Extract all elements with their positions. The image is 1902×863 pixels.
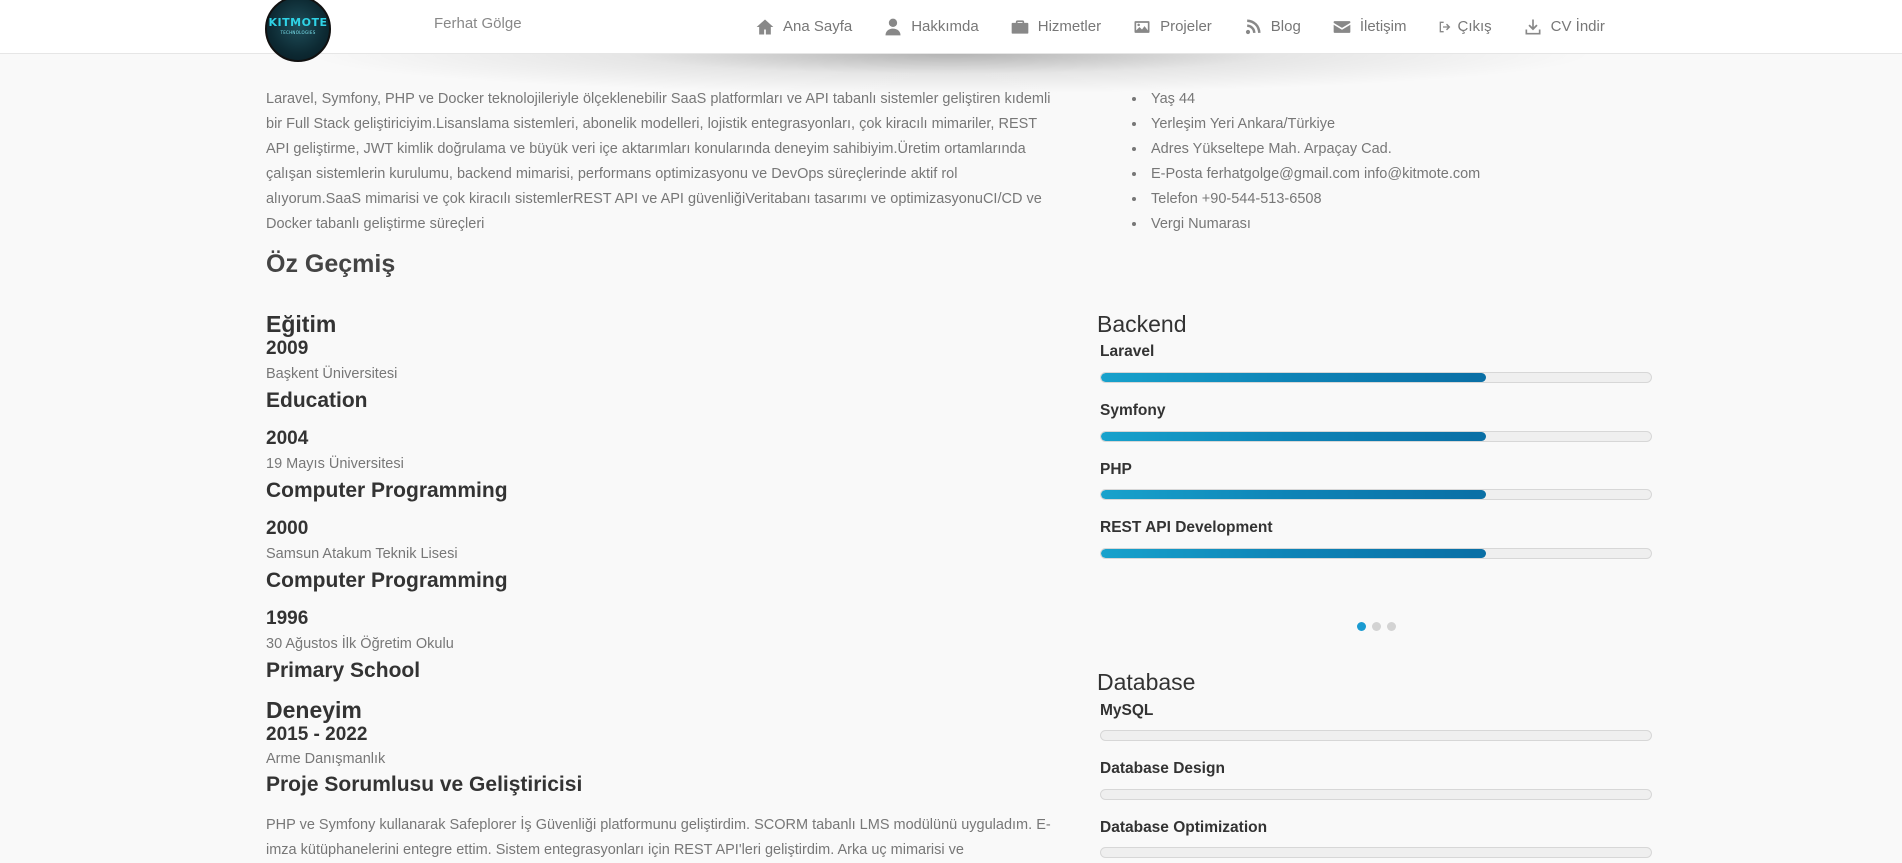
education-school: Samsun Atakum Teknik Lisesi [266,546,458,562]
skill-bar [1100,847,1652,858]
nav-contact-label: İletişim [1359,18,1407,35]
skill-name: Database Optimization [1100,819,1268,836]
skill-name: MySQL [1100,702,1154,719]
info-tax-number: Vergi Numarası [1147,212,1480,237]
experience-description: PHP ve Symfony kullanarak Safeplorer İş … [266,817,1051,858]
nav-about[interactable]: Hakkımda [883,17,979,37]
education-school: Başkent Üniversitesi [266,366,398,382]
education-degree: Primary School [266,659,421,682]
nav-services[interactable]: Hizmetler [1010,17,1101,37]
nav-logout[interactable]: Çıkış [1437,18,1492,35]
experience-years: 2015 - 2022 [266,724,368,745]
carousel-dot[interactable] [1357,622,1366,631]
experience-role: Proje Sorumlusu ve Geliştiricisi [266,773,583,796]
images-icon [1134,20,1150,33]
resume-title: Öz Geçmiş [266,250,396,278]
nav-about-label: Hakkımda [911,18,979,35]
personal-info-list: Yaş 44 Yerleşim Yeri Ankara/Türkiye Adre… [1130,87,1480,237]
nav-blog-label: Blog [1270,18,1301,35]
nav-home[interactable]: Ana Sayfa [755,17,852,37]
nav-cv-download-label: CV İndir [1550,18,1605,35]
user-icon [885,18,901,35]
info-phone: Telefon +90-544-513-6508 [1147,187,1480,212]
education-year: 2009 [266,338,309,359]
skill-bar [1100,730,1652,741]
top-navbar: KITMOTE TECHNOLOGIES Ferhat Gölge Ana Sa… [0,0,1902,62]
education-school: 19 Mayıs Üniversitesi [266,456,404,472]
nav-cv-download[interactable]: CV İndir [1523,17,1605,37]
sign-out-icon [1440,21,1451,32]
skill-bar [1100,548,1652,559]
logo-subtext: TECHNOLOGIES [280,30,316,35]
logo[interactable]: KITMOTE TECHNOLOGIES [265,0,331,62]
education-degree: Computer Programming [266,479,508,502]
education-year: 2004 [266,428,309,449]
skill-bar [1100,489,1652,500]
brand-name[interactable]: Ferhat Gölge [434,15,522,32]
intro-text: Laravel, Symfony, PHP ve Docker teknoloj… [266,91,1051,232]
nav-contact[interactable]: İletişim [1332,17,1407,37]
skill-name: Laravel [1100,343,1155,360]
briefcase-icon [1011,19,1029,34]
carousel-dot[interactable] [1387,622,1396,631]
education-degree: Education [266,389,368,412]
skill-name: Database Design [1100,760,1225,777]
skill-bar [1100,372,1652,383]
nav-services-label: Hizmetler [1037,18,1102,35]
envelope-icon [1333,20,1351,33]
skill-bar-fill [1101,549,1486,558]
info-address: Adres Yükseltepe Mah. Arpaçay Cad. [1147,137,1480,162]
education-year: 1996 [266,608,309,629]
skill-bar-fill [1101,490,1486,499]
education-year: 2000 [266,518,309,539]
education-school: 30 Ağustos İlk Öğretim Okulu [266,636,454,652]
home-icon [756,19,774,34]
info-location: Yerleşim Yeri Ankara/Türkiye [1147,112,1480,137]
nav-logout-label: Çıkış [1457,18,1492,35]
skills-backend-title: Backend [1097,311,1187,337]
nav-projects[interactable]: Projeler [1132,17,1212,37]
carousel-dot[interactable] [1372,622,1381,631]
nav-blog[interactable]: Blog [1243,17,1301,37]
nav-home-label: Ana Sayfa [783,18,853,35]
skill-bar-fill [1101,432,1486,441]
education-degree: Computer Programming [266,569,508,592]
experience-title: Deneyim [266,697,362,723]
blog-icon [1245,19,1261,34]
main-nav: Ana Sayfa Hakkımda Hizmetler Projeler Bl… [755,0,1605,53]
skill-name: Symfony [1100,402,1166,419]
nav-projects-label: Projeler [1160,18,1212,35]
logo-text: KITMOTE [268,16,328,29]
experience-company: Arme Danışmanlık [266,751,386,767]
carousel-dots [1357,622,1402,631]
download-icon [1525,19,1541,34]
skill-name: PHP [1100,461,1132,478]
info-age: Yaş 44 [1147,87,1480,112]
education-title: Eğitim [266,311,337,337]
info-email: E-Posta ferhatgolge@gmail.com info@kitmo… [1147,162,1480,187]
skill-bar-fill [1101,373,1486,382]
skill-bar [1100,431,1652,442]
skill-bar [1100,789,1652,800]
skill-name: REST API Development [1100,519,1273,536]
skills-database-title: Database [1097,669,1196,695]
